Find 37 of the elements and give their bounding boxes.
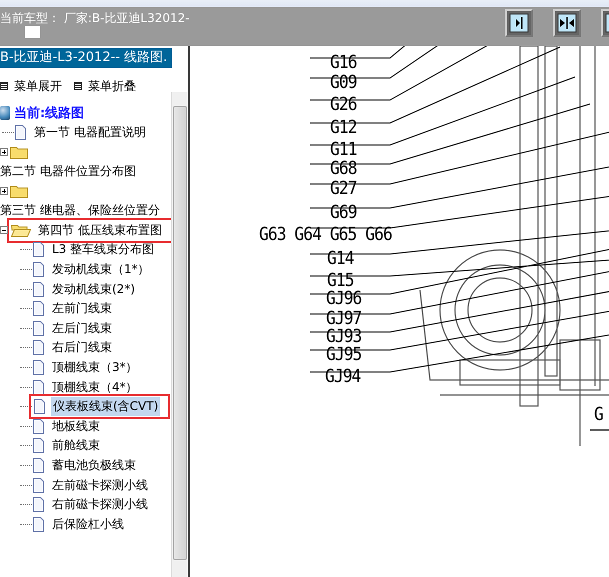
connector-label: G26 xyxy=(330,95,357,115)
tree-item[interactable]: 顶棚线束（4*） xyxy=(50,378,140,397)
tree-item[interactable]: 左前磁卡探测小线 xyxy=(50,476,150,495)
tree-item[interactable]: 左后门线束 xyxy=(50,318,114,338)
connector-label: G69 xyxy=(330,203,357,223)
tree-item[interactable]: 前舱线束 xyxy=(50,436,102,456)
car-model-label: 当前车型： 厂家:B-比亚迪L32012- xyxy=(0,10,190,27)
tree-item[interactable]: 第一节 电器配置说明 xyxy=(32,122,148,142)
tree-item[interactable]: 第四节 低压线束布置图 xyxy=(36,220,164,240)
menu-toggle-link[interactable]: 菜单折叠 xyxy=(74,78,136,94)
tree-item[interactable]: 地板线束 xyxy=(50,416,102,436)
connector-label: G11 xyxy=(330,140,357,160)
tree-item[interactable]: 后保险杠小线 xyxy=(50,514,126,534)
connector-label: G xyxy=(594,405,603,425)
tree-item[interactable]: 第三节 继电器、保险丝位置分 xyxy=(0,201,162,220)
tree-item[interactable]: 第二节 电器件位置分布图 xyxy=(0,162,138,182)
tree-item[interactable]: 发动机线束(2*) xyxy=(50,280,137,299)
connector-label: GJ95 xyxy=(326,345,362,365)
connector-label: GJ97 xyxy=(326,309,362,329)
connector-label: G27 xyxy=(330,179,357,199)
connector-label: G15 xyxy=(327,271,354,291)
tree-item[interactable]: L3 整车线束分布图 xyxy=(50,240,156,260)
tree-item[interactable]: 仪表板线束(含CVT) xyxy=(51,397,160,416)
connector-label: G12 xyxy=(330,118,357,138)
tree-item[interactable]: 蓄电池负极线束 xyxy=(50,456,138,475)
connector-label: G68 xyxy=(330,159,357,179)
connector-label: GJ96 xyxy=(326,289,362,309)
tree-root-label: 当前:线路图 xyxy=(14,104,84,122)
tree-item[interactable]: 左前门线束 xyxy=(50,299,114,318)
connector-label: G16 xyxy=(330,53,357,73)
tree-item[interactable]: 发动机线束（1*） xyxy=(50,260,152,280)
tree-item[interactable]: 右后门线束 xyxy=(50,338,114,358)
menu-toggle-link[interactable]: 菜单展开 xyxy=(0,78,62,94)
model-header[interactable]: B-比亚迪-L3-2012-- 线路图. xyxy=(0,48,172,68)
tree-item[interactable]: 顶棚线束（3*） xyxy=(50,358,140,378)
tree-item[interactable]: 右前磁卡探测小线 xyxy=(50,495,150,514)
connector-label: GJ93 xyxy=(326,327,362,347)
